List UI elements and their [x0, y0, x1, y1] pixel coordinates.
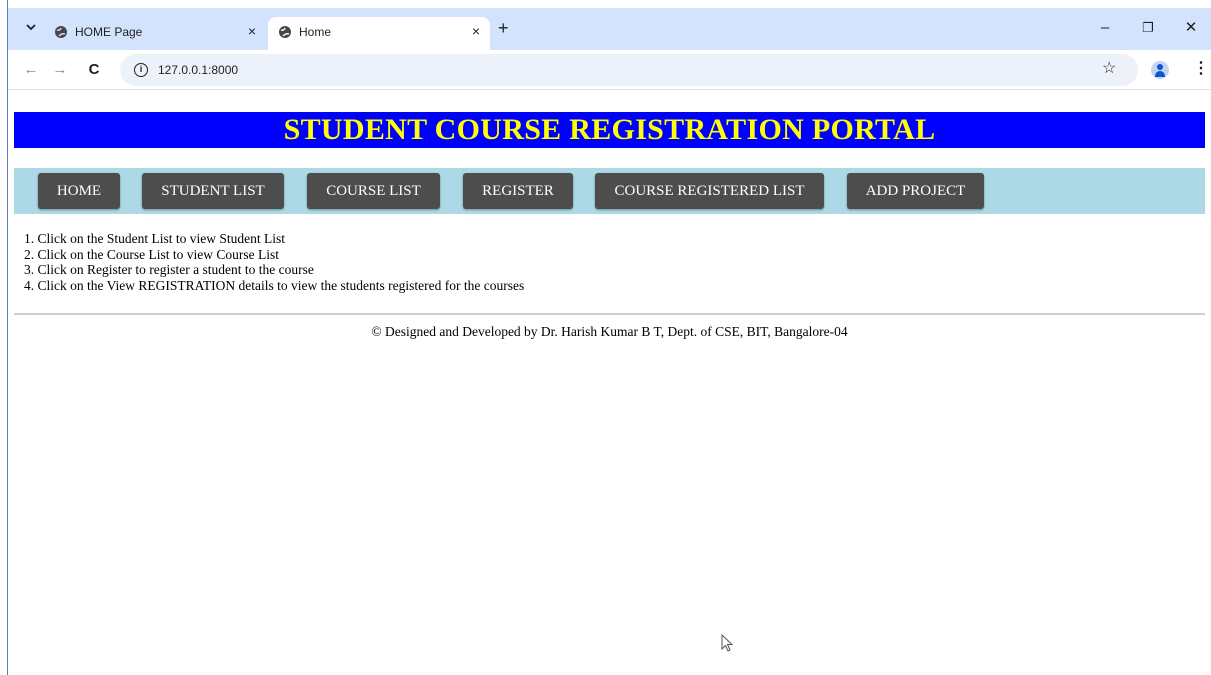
minimize-button[interactable]: – [1095, 18, 1115, 38]
globe-icon [55, 26, 67, 38]
main-nav: HOME STUDENT LIST COURSE LIST REGISTER C… [14, 168, 1205, 214]
nav-add-project-button[interactable]: ADD PROJECT [847, 173, 984, 209]
avatar-body [1155, 71, 1165, 77]
tab-search-button[interactable] [22, 20, 40, 38]
address-bar[interactable]: i 127.0.0.1:8000 [120, 54, 1138, 86]
mouse-cursor-icon [721, 634, 734, 652]
tab-title: HOME Page [75, 25, 143, 39]
instructions-list: 1. Click on the Student List to view Stu… [24, 231, 524, 293]
profile-avatar[interactable] [1151, 61, 1169, 79]
browser-toolbar: ← → C i 127.0.0.1:8000 ☆ ⋮ [8, 50, 1211, 90]
nav-course-list-button[interactable]: COURSE LIST [307, 173, 440, 209]
close-window-button[interactable]: ✕ [1181, 18, 1201, 38]
tab-bar: HOME Page × Home × + – ❐ ✕ [8, 8, 1211, 50]
page-title: STUDENT COURSE REGISTRATION PORTAL [283, 113, 936, 146]
tab-home[interactable]: Home × [268, 17, 490, 50]
nav-course-registered-list-button[interactable]: COURSE REGISTERED LIST [595, 173, 824, 209]
reload-button[interactable]: C [85, 60, 103, 80]
close-tab-icon[interactable]: × [472, 23, 480, 39]
globe-icon [279, 26, 291, 38]
title-banner: STUDENT COURSE REGISTRATION PORTAL [14, 112, 1205, 148]
nav-home-button[interactable]: HOME [38, 173, 120, 209]
bookmark-star-icon[interactable]: ☆ [1102, 59, 1116, 79]
back-button[interactable]: ← [22, 60, 40, 80]
tab-home-page[interactable]: HOME Page × [44, 17, 266, 50]
new-tab-button[interactable]: + [498, 18, 509, 38]
browser-menu-icon[interactable]: ⋮ [1193, 59, 1209, 79]
forward-button[interactable]: → [51, 60, 69, 80]
chevron-down-icon [26, 24, 36, 31]
url-text[interactable]: 127.0.0.1:8000 [158, 63, 238, 77]
footer-divider [14, 313, 1205, 315]
page-content: STUDENT COURSE REGISTRATION PORTAL HOME … [8, 91, 1211, 675]
restore-button[interactable]: ❐ [1138, 18, 1158, 38]
nav-register-button[interactable]: REGISTER [463, 173, 573, 209]
nav-student-list-button[interactable]: STUDENT LIST [142, 173, 284, 209]
close-tab-icon[interactable]: × [248, 23, 256, 39]
tab-title: Home [299, 25, 332, 39]
instruction-item: 1. Click on the Student List to view Stu… [24, 231, 285, 246]
instruction-item: 2. Click on the Course List to view Cour… [24, 246, 279, 262]
instruction-item: 3. Click on Register to register a stude… [24, 262, 314, 277]
footer-text: © Designed and Developed by Dr. Harish K… [371, 324, 848, 339]
instruction-item: 4. Click on the View REGISTRATION detail… [24, 277, 525, 293]
avatar-head [1157, 64, 1163, 70]
window-frame-edge [0, 0, 8, 675]
info-icon[interactable]: i [134, 63, 148, 77]
